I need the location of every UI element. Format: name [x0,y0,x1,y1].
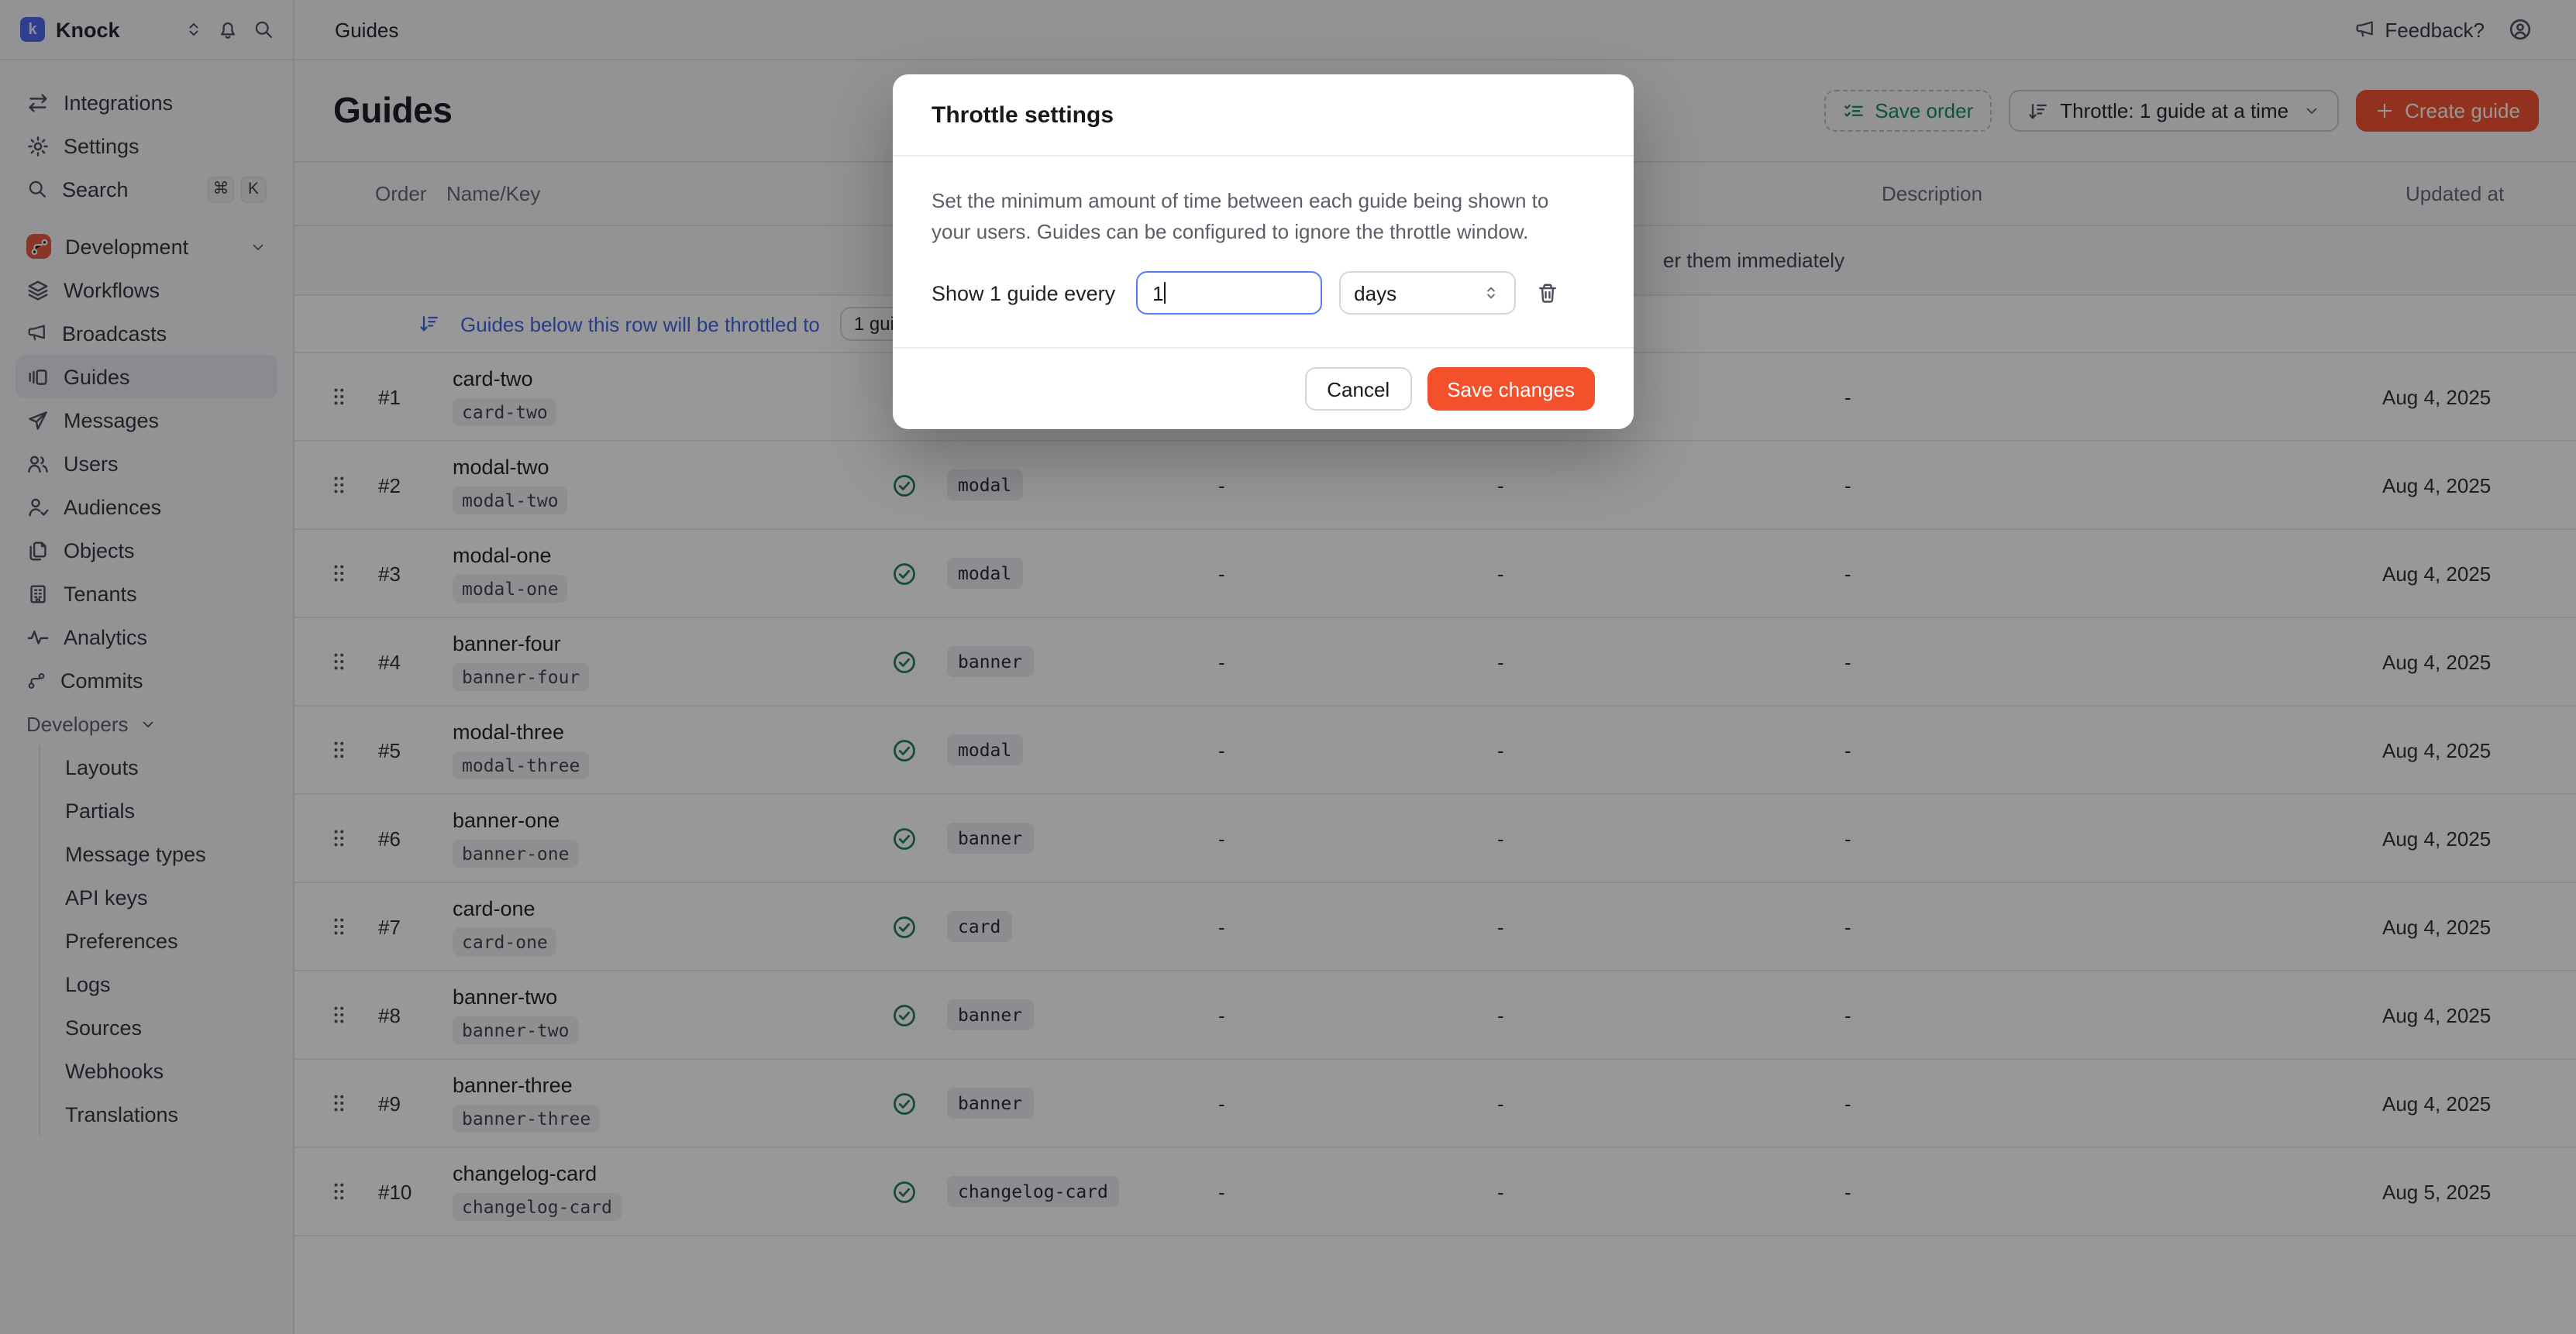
throttle-controls: Show 1 guide every days [932,272,1595,315]
throttle-value-wrap [1135,272,1321,315]
app-window: k Knock Guides Feedback? Integrations Se… [0,0,2576,1334]
text-cursor [1163,283,1165,304]
modal-title: Throttle settings [932,102,1114,129]
modal-description: Set the minimum amount of time between e… [932,186,1582,249]
save-changes-button[interactable]: Save changes [1427,368,1595,411]
throttle-settings-modal: Throttle settings Set the minimum amount… [893,74,1634,430]
throttle-unit-value: days [1354,282,1396,305]
trash-icon [1535,282,1558,305]
modal-header: Throttle settings [893,74,1634,156]
throttle-control-label: Show 1 guide every [932,282,1115,305]
remove-throttle-button[interactable] [1535,282,1558,305]
stepper-chevrons-icon [1481,284,1500,303]
modal-footer: Cancel Save changes [893,348,1634,430]
modal-body: Set the minimum amount of time between e… [893,156,1634,348]
cancel-button[interactable]: Cancel [1305,368,1411,411]
throttle-unit-select[interactable]: days [1338,272,1515,315]
